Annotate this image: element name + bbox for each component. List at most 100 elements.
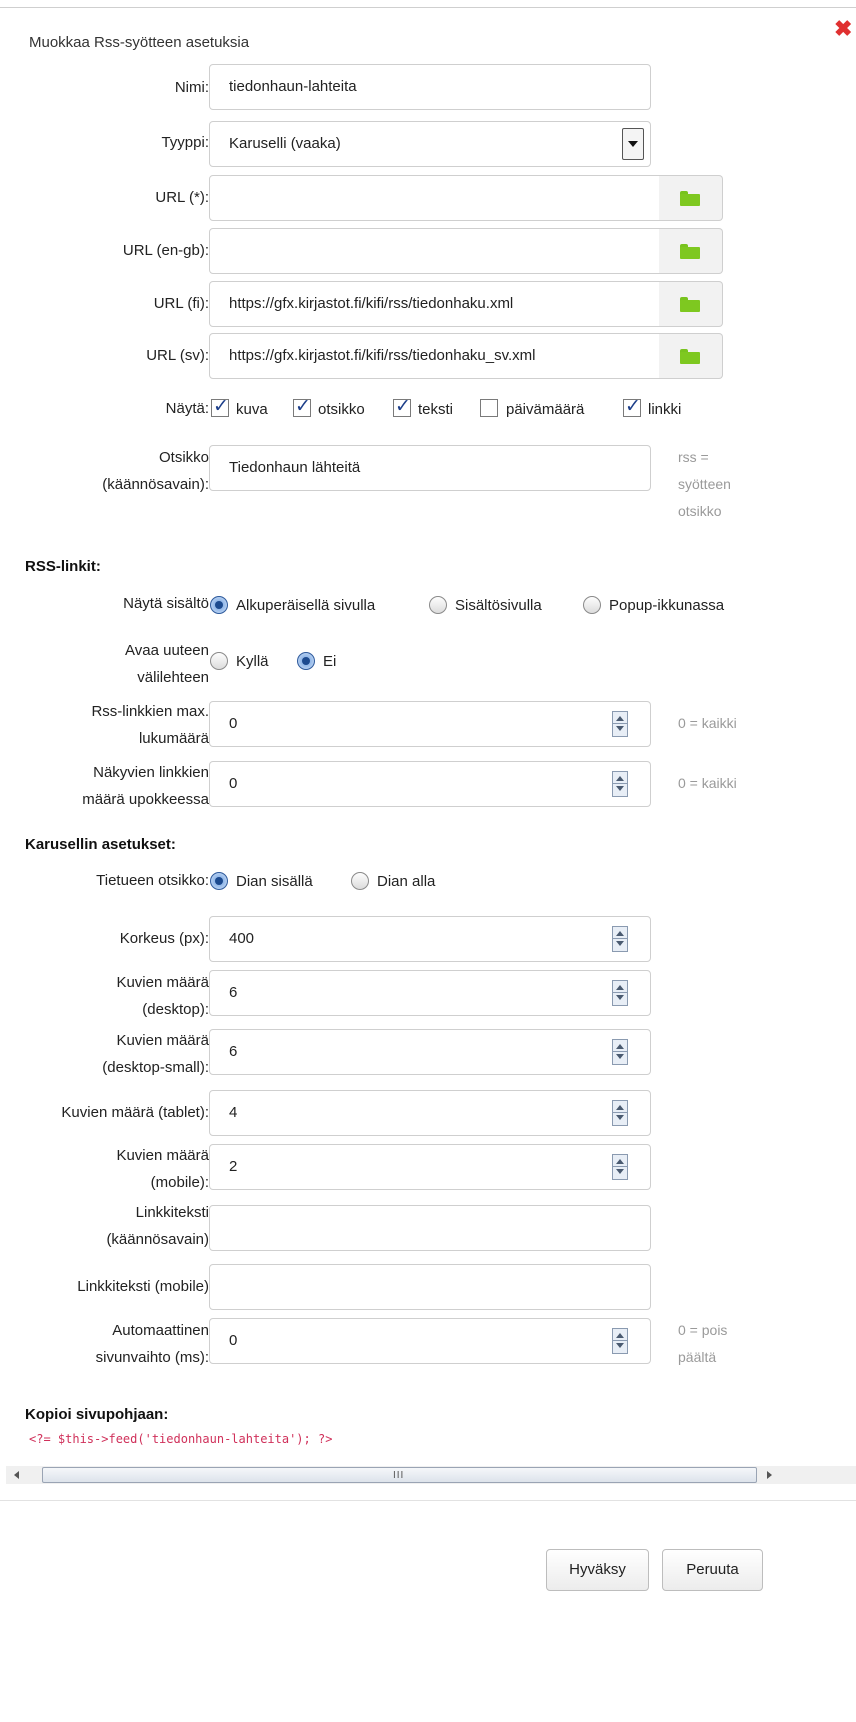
title-key-hint: rss = syötteen otsikko xyxy=(678,449,731,519)
carousel-section-title: Karusellin asetukset: xyxy=(25,836,176,853)
popup-links-hint: 0 = kaikki xyxy=(678,775,737,791)
rss-links-section-title: RSS-linkit: xyxy=(25,558,101,575)
url-default-browse-button[interactable] xyxy=(659,175,723,221)
template-code-snippet: <?= $this->feed('tiedonhaun-lahteita'); … xyxy=(29,1432,333,1446)
name-label: Nimi: xyxy=(174,79,209,96)
footer-divider xyxy=(0,1500,856,1501)
show-date-label: päivämäärä xyxy=(506,401,585,418)
height-spinner[interactable] xyxy=(612,926,628,952)
new-tab-no-radio[interactable] xyxy=(297,652,315,670)
folder-icon xyxy=(680,191,700,206)
cancel-button[interactable]: Peruuta xyxy=(662,1549,763,1591)
url-sv-browse-button[interactable] xyxy=(659,333,723,379)
show-content-popup-label: Popup-ikkunassa xyxy=(609,597,725,614)
count-mobile-spinner[interactable] xyxy=(612,1154,628,1180)
count-tablet-label: Kuvien määrä (tablet): xyxy=(61,1104,209,1121)
height-input[interactable]: 400 xyxy=(209,916,651,962)
show-link-checkbox[interactable] xyxy=(623,395,641,417)
show-text-checkbox[interactable] xyxy=(393,395,411,417)
url-fi-label: URL (fi): xyxy=(153,295,209,312)
show-content-label: Näytä sisältö xyxy=(123,595,209,612)
popup-links-input[interactable]: 0 xyxy=(209,761,651,807)
scroll-left-icon[interactable] xyxy=(14,1471,19,1479)
new-tab-yes-radio[interactable] xyxy=(210,652,228,670)
show-content-original-radio[interactable] xyxy=(210,596,228,614)
count-desktop-value: 6 xyxy=(229,984,238,1001)
new-tab-label: Avaa uuteen välilehteen xyxy=(125,642,209,686)
max-links-value: 0 xyxy=(229,715,238,732)
count-desktop-small-input[interactable]: 6 xyxy=(209,1029,651,1075)
folder-icon xyxy=(680,349,700,364)
url-fi-browse-button[interactable] xyxy=(659,281,723,327)
scrollbar-thumb[interactable]: III xyxy=(42,1467,757,1483)
height-value: 400 xyxy=(229,930,255,947)
type-select-value: Karuselli (vaaka) xyxy=(229,135,341,152)
new-tab-no-label: Ei xyxy=(323,653,337,670)
show-title-checkbox[interactable] xyxy=(293,395,311,417)
autoplay-label: Automaattinen sivunvaihto (ms): xyxy=(95,1322,209,1366)
count-desktop-small-value: 6 xyxy=(229,1043,238,1060)
popup-links-spinner[interactable] xyxy=(612,771,628,797)
show-label: Näytä: xyxy=(165,400,209,417)
url-default-label: URL (*): xyxy=(155,189,209,206)
height-label: Korkeus (px): xyxy=(119,930,209,947)
dialog-title: Muokkaa Rss-syötteen asetuksia xyxy=(29,34,250,51)
dialog-top-border xyxy=(0,7,856,8)
show-content-popup-radio[interactable] xyxy=(583,596,601,614)
show-content-original-label: Alkuperäisellä sivulla xyxy=(236,597,376,614)
max-links-label: Rss-linkkien max. lukumäärä xyxy=(91,703,209,747)
count-desktop-small-spinner[interactable] xyxy=(612,1039,628,1065)
name-input[interactable]: tiedonhaun-lahteita xyxy=(209,64,651,110)
count-mobile-value: 2 xyxy=(229,1158,238,1175)
popup-links-value: 0 xyxy=(229,775,238,792)
autoplay-input[interactable]: 0 xyxy=(209,1318,651,1364)
show-image-label: kuva xyxy=(236,401,268,418)
count-mobile-input[interactable]: 2 xyxy=(209,1144,651,1190)
autoplay-hint: 0 = pois päältä xyxy=(678,1322,728,1365)
link-text-mobile-label: Linkkiteksti (mobile) xyxy=(77,1278,209,1295)
record-title-inside-label: Dian sisällä xyxy=(236,873,313,890)
count-desktop-spinner[interactable] xyxy=(612,980,628,1006)
url-fi-input[interactable]: https://gfx.kirjastot.fi/kifi/rss/tiedon… xyxy=(209,281,660,327)
show-content-contentpage-label: Sisältösivulla xyxy=(455,597,542,614)
type-label: Tyyppi: xyxy=(161,134,209,151)
title-key-input[interactable]: Tiedonhaun lähteitä xyxy=(209,445,651,491)
show-image-checkbox[interactable] xyxy=(211,395,229,417)
show-date-checkbox[interactable] xyxy=(480,399,498,417)
url-sv-input[interactable]: https://gfx.kirjastot.fi/kifi/rss/tiedon… xyxy=(209,333,660,379)
url-en-browse-button[interactable] xyxy=(659,228,723,274)
popup-links-label: Näkyvien linkkien määrä upokkeessa xyxy=(82,764,209,808)
accept-button[interactable]: Hyväksy xyxy=(546,1549,649,1591)
show-text-label: teksti xyxy=(418,401,454,418)
link-text-mobile-input[interactable] xyxy=(209,1264,651,1310)
url-en-label: URL (en-gb): xyxy=(122,242,209,259)
url-en-input[interactable] xyxy=(209,228,660,274)
count-desktop-label: Kuvien määrä (desktop): xyxy=(116,974,209,1018)
chevron-down-icon[interactable] xyxy=(622,128,644,160)
count-tablet-value: 4 xyxy=(229,1104,238,1121)
max-links-input[interactable]: 0 xyxy=(209,701,651,747)
autoplay-spinner[interactable] xyxy=(612,1328,628,1354)
max-links-hint: 0 = kaikki xyxy=(678,715,737,731)
folder-icon xyxy=(680,244,700,259)
autoplay-value: 0 xyxy=(229,1332,238,1349)
show-link-label: linkki xyxy=(648,401,682,418)
url-default-input[interactable] xyxy=(209,175,660,221)
close-icon[interactable]: ✖ xyxy=(834,18,856,40)
record-title-label: Tietueen otsikko: xyxy=(96,872,209,889)
count-desktop-input[interactable]: 6 xyxy=(209,970,651,1016)
url-sv-label: URL (sv): xyxy=(146,347,209,364)
horizontal-scrollbar[interactable]: III xyxy=(6,1466,856,1484)
record-title-below-radio[interactable] xyxy=(351,872,369,890)
scroll-right-icon[interactable] xyxy=(767,1471,772,1479)
count-tablet-spinner[interactable] xyxy=(612,1100,628,1126)
title-key-label: Otsikko (käännösavain): xyxy=(102,449,209,493)
max-links-spinner[interactable] xyxy=(612,711,628,737)
record-title-inside-radio[interactable] xyxy=(210,872,228,890)
count-tablet-input[interactable]: 4 xyxy=(209,1090,651,1136)
link-text-input[interactable] xyxy=(209,1205,651,1251)
scrollbar-grip: III xyxy=(393,1470,405,1481)
type-select[interactable]: Karuselli (vaaka) xyxy=(209,121,651,167)
copy-section-title: Kopioi sivupohjaan: xyxy=(25,1406,169,1423)
show-content-contentpage-radio[interactable] xyxy=(429,596,447,614)
